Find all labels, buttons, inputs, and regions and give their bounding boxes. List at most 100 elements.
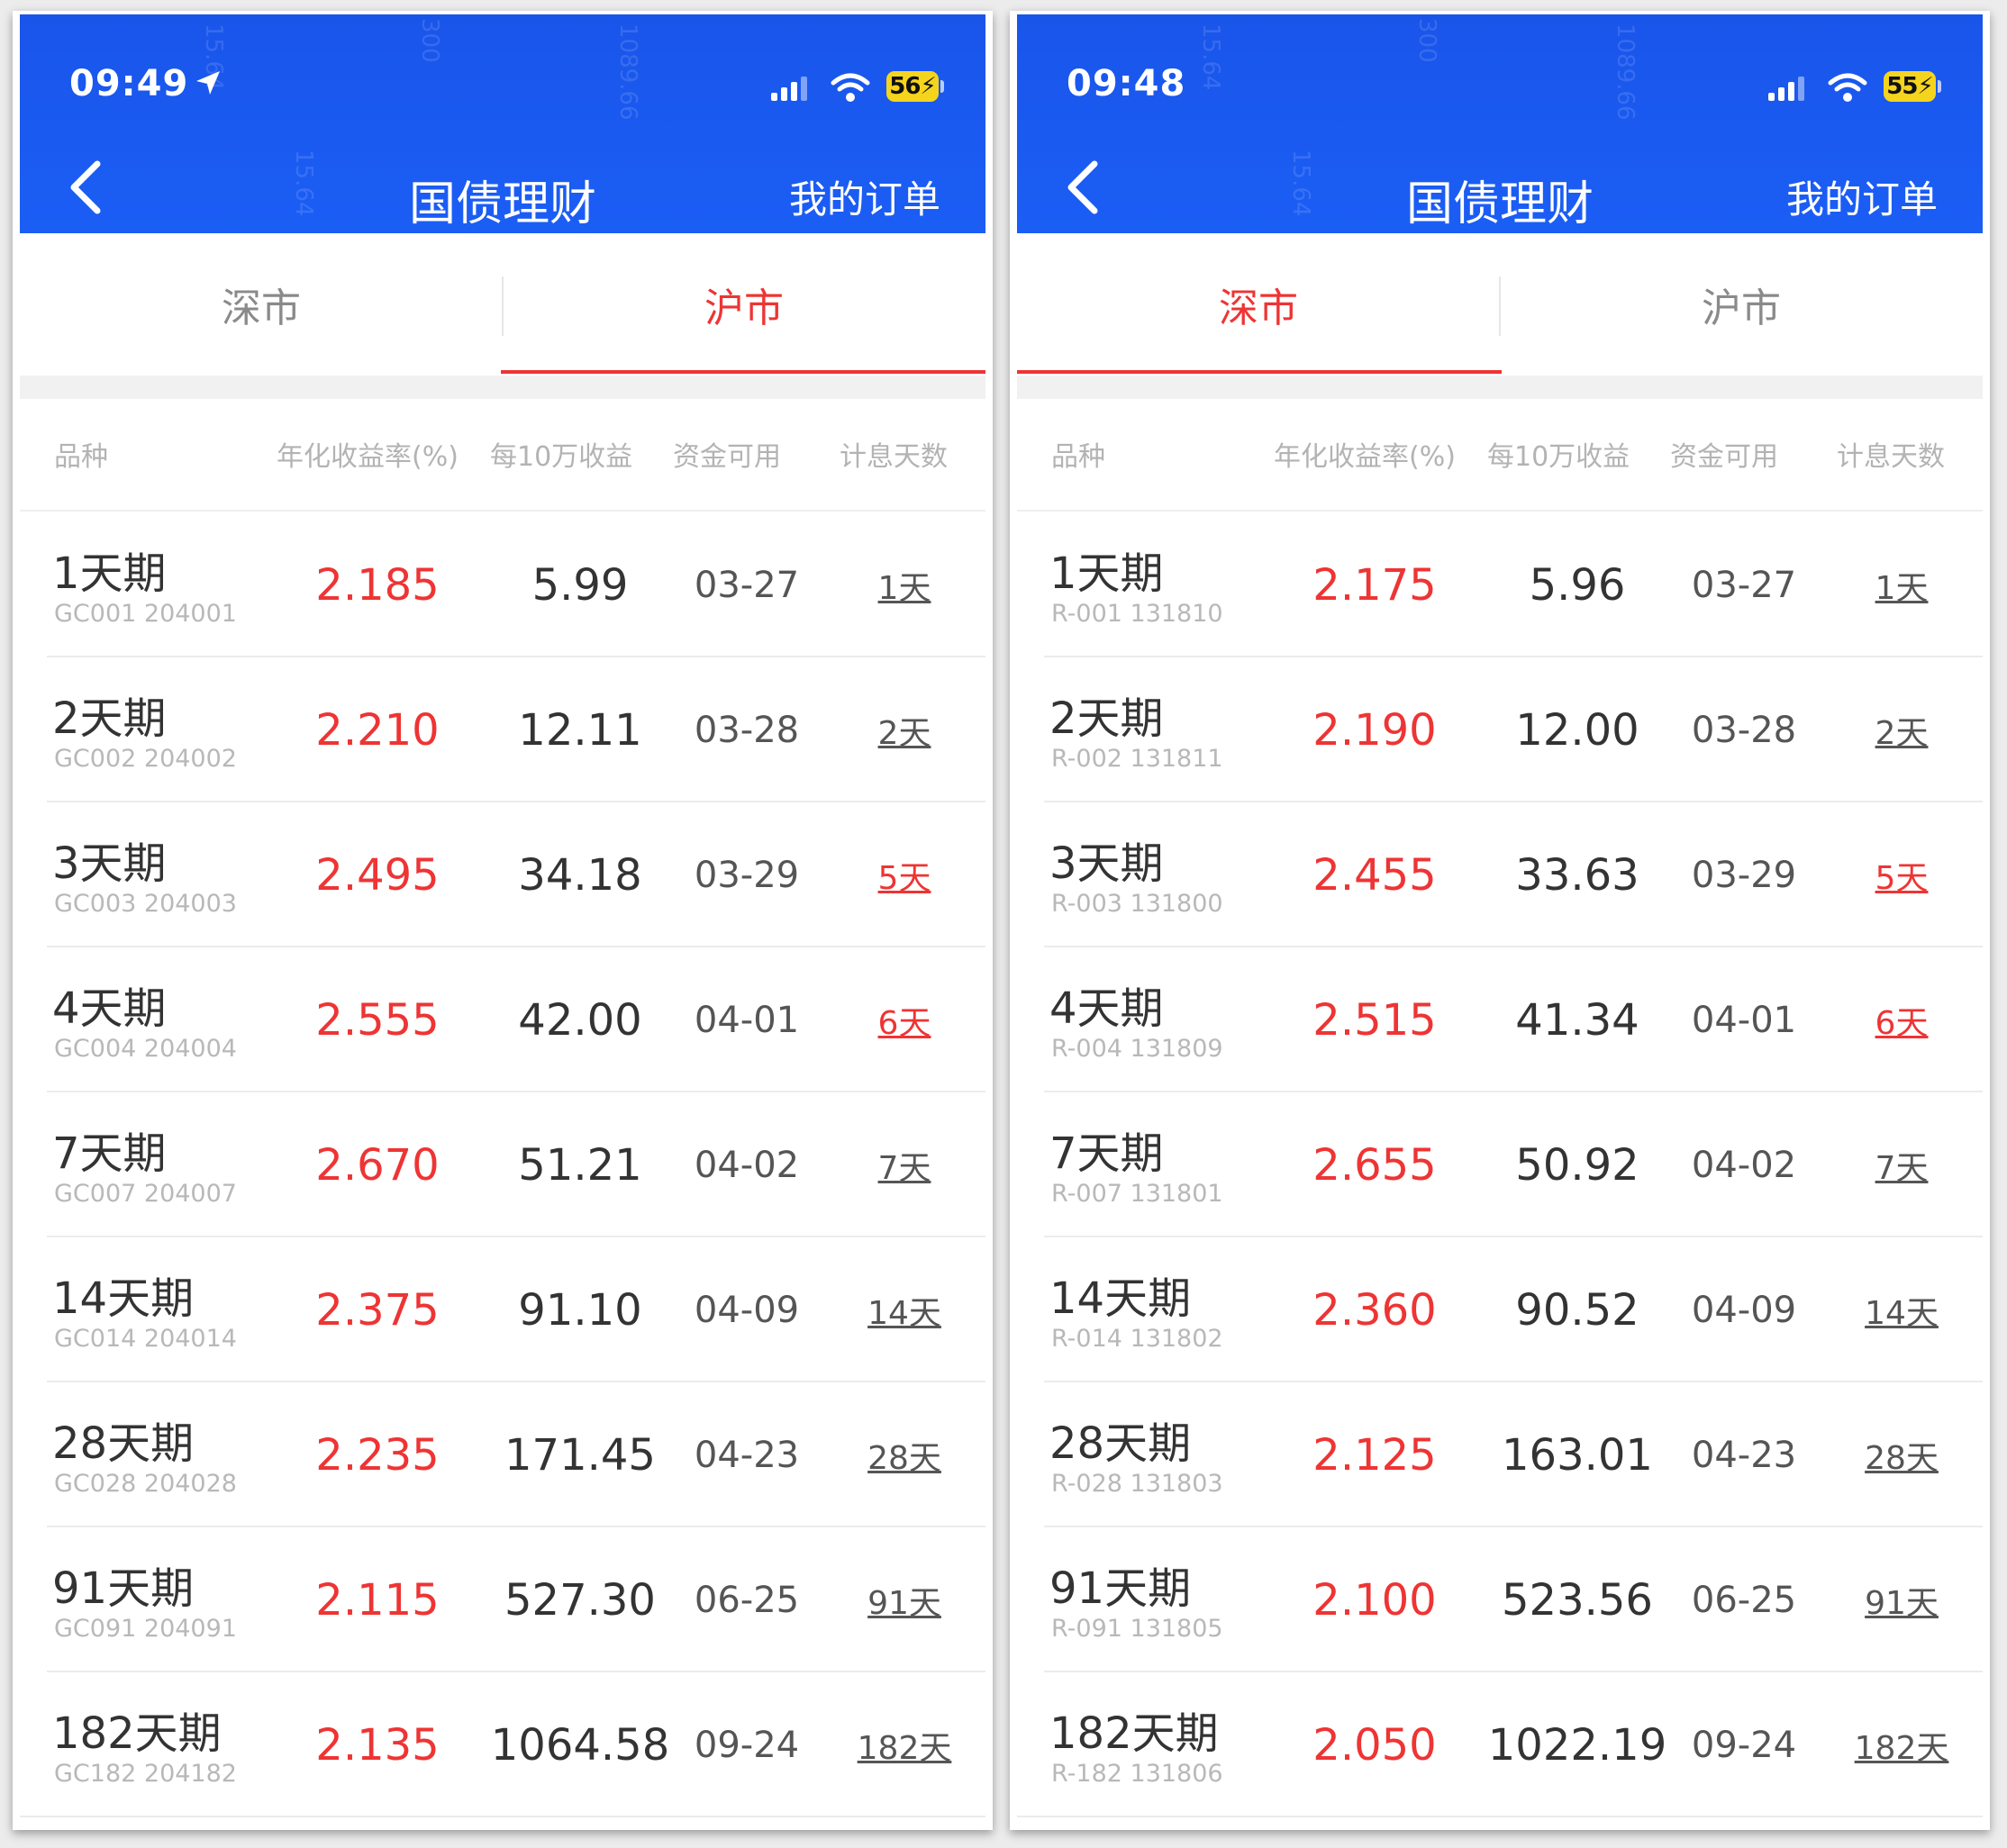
product-row[interactable]: 1天期 R-001 131810 2.175 5.96 03-27 1天	[1010, 512, 1990, 657]
annual-rate: 2.375	[315, 1284, 440, 1336]
product-row[interactable]: 91天期 GC091 204091 2.115 527.30 06-25 91天	[13, 1527, 993, 1672]
col-header-gain: 每10万收益	[490, 441, 633, 473]
my-orders-link[interactable]: 我的订单	[789, 169, 940, 224]
funds-available-date: 09-24	[694, 1724, 800, 1766]
cellular-signal-icon	[1768, 77, 1804, 101]
divider	[1017, 510, 1983, 512]
annual-rate: 2.100	[1312, 1574, 1437, 1626]
product-name: 4天期	[1049, 983, 1164, 1034]
annual-rate: 2.360	[1312, 1284, 1437, 1336]
product-row[interactable]: 3天期 R-003 131800 2.455 33.63 03-29 5天	[1010, 802, 1990, 947]
product-name: 91天期	[52, 1563, 195, 1614]
interest-days-link[interactable]: 2天	[1812, 657, 1990, 802]
product-row[interactable]: 7天期 GC007 204007 2.670 51.21 04-02 7天	[13, 1092, 993, 1237]
interest-days-link[interactable]: 6天	[1812, 947, 1990, 1092]
market-tabs: 深市 沪市	[20, 233, 985, 376]
product-row[interactable]: 28天期 R-028 131803 2.125 163.01 04-23 28天	[1010, 1382, 1990, 1527]
interest-days-link[interactable]: 91天	[814, 1527, 993, 1672]
product-row[interactable]: 2天期 GC002 204002 2.210 12.11 03-28 2天	[13, 657, 993, 802]
interest-days-link[interactable]: 2天	[814, 657, 993, 802]
product-row[interactable]: 4天期 GC004 204004 2.555 42.00 04-01 6天	[13, 947, 993, 1092]
status-time: 09:48	[1067, 63, 1186, 104]
battery-indicator: 55 ⚡	[1884, 71, 1936, 102]
interest-days-link[interactable]: 1天	[1812, 512, 1990, 657]
interest-days-link[interactable]: 182天	[814, 1672, 993, 1817]
interest-days-link[interactable]: 5天	[1812, 802, 1990, 947]
divider	[20, 510, 985, 512]
annual-rate: 2.175	[1312, 559, 1437, 611]
interest-days-link[interactable]: 91天	[1812, 1527, 1990, 1672]
funds-available-date: 09-24	[1691, 1724, 1797, 1766]
product-code: R-002 131811	[1051, 745, 1223, 773]
col-header-available: 资金可用	[673, 441, 781, 473]
active-tab-indicator	[1017, 370, 1502, 374]
annual-rate: 2.115	[315, 1574, 440, 1626]
interest-days-link[interactable]: 28天	[1812, 1382, 1990, 1527]
interest-days-link[interactable]: 182天	[1812, 1672, 1990, 1817]
col-header-gain: 每10万收益	[1487, 441, 1630, 473]
funds-available-date: 06-25	[1691, 1579, 1797, 1621]
product-name: 1天期	[1049, 548, 1164, 599]
location-arrow-icon	[196, 71, 220, 95]
interest-days-link[interactable]: 14天	[1812, 1237, 1990, 1382]
funds-available-date: 04-23	[694, 1434, 800, 1476]
screenshot-right: 15.64 300 1089.66 15.64 09:48 55 ⚡ 国债理财 我…	[1010, 11, 1990, 1830]
product-code: R-004 131809	[1051, 1035, 1223, 1063]
product-code: GC003 204003	[54, 890, 237, 918]
product-name: 182天期	[52, 1708, 222, 1759]
funds-available-date: 04-01	[1691, 999, 1797, 1041]
interest-days-link[interactable]: 5天	[814, 802, 993, 947]
product-row[interactable]: 2天期 R-002 131811 2.190 12.00 03-28 2天	[1010, 657, 1990, 802]
interest-days-link[interactable]: 6天	[814, 947, 993, 1092]
product-row[interactable]: 1天期 GC001 204001 2.185 5.99 03-27 1天	[13, 512, 993, 657]
battery-indicator: 56 ⚡	[886, 71, 939, 102]
product-row[interactable]: 7天期 R-007 131801 2.655 50.92 04-02 7天	[1010, 1092, 1990, 1237]
product-row[interactable]: 14天期 R-014 131802 2.360 90.52 04-09 14天	[1010, 1237, 1990, 1382]
interest-days-link[interactable]: 7天	[1812, 1092, 1990, 1237]
tab-shenzhen[interactable]: 深市	[20, 233, 503, 376]
battery-cap	[940, 80, 944, 93]
funds-available-date: 04-09	[694, 1289, 800, 1331]
product-name: 28天期	[1049, 1418, 1192, 1469]
product-row[interactable]: 14天期 GC014 204014 2.375 91.10 04-09 14天	[13, 1237, 993, 1382]
tab-shenzhen[interactable]: 深市	[1017, 233, 1500, 376]
interest-days-link[interactable]: 7天	[814, 1092, 993, 1237]
product-row[interactable]: 91天期 R-091 131805 2.100 523.56 06-25 91天	[1010, 1527, 1990, 1672]
nav-header: 15.64 300 1089.66 15.64 09:49 56 ⚡ 国债理财 我…	[20, 14, 985, 233]
tab-shanghai[interactable]: 沪市	[1500, 233, 1983, 376]
product-name: 2天期	[52, 693, 167, 744]
market-tabs: 深市 沪市	[1017, 233, 1983, 376]
funds-available-date: 03-27	[694, 564, 800, 606]
cellular-signal-icon	[771, 77, 807, 101]
interest-days-link[interactable]: 28天	[814, 1382, 993, 1527]
product-code: R-001 131810	[1051, 600, 1223, 628]
row-divider	[1017, 1816, 1983, 1817]
product-code: GC001 204001	[54, 600, 237, 628]
product-code: R-003 131800	[1051, 890, 1223, 918]
product-row[interactable]: 182天期 R-182 131806 2.050 1022.19 09-24 1…	[1010, 1672, 1990, 1817]
annual-rate: 2.050	[1312, 1719, 1437, 1771]
tab-shanghai[interactable]: 沪市	[503, 233, 985, 376]
interest-days-link[interactable]: 1天	[814, 512, 993, 657]
row-divider	[20, 1816, 985, 1817]
section-gap	[1017, 376, 1983, 399]
annual-rate: 2.135	[315, 1719, 440, 1771]
funds-available-date: 04-09	[1691, 1289, 1797, 1331]
funds-available-date: 03-29	[1691, 854, 1797, 896]
product-code: R-091 131805	[1051, 1615, 1223, 1643]
product-row[interactable]: 3天期 GC003 204003 2.495 34.18 03-29 5天	[13, 802, 993, 947]
product-row[interactable]: 28天期 GC028 204028 2.235 171.45 04-23 28天	[13, 1382, 993, 1527]
product-row[interactable]: 4天期 R-004 131809 2.515 41.34 04-01 6天	[1010, 947, 1990, 1092]
col-header-product: 品种	[1051, 441, 1105, 473]
interest-days-link[interactable]: 14天	[814, 1237, 993, 1382]
my-orders-link[interactable]: 我的订单	[1786, 169, 1938, 224]
product-name: 3天期	[1049, 838, 1164, 889]
charging-bolt-icon: ⚡	[920, 73, 936, 100]
col-header-available: 资金可用	[1670, 441, 1778, 473]
battery-cap	[1938, 80, 1941, 93]
product-row[interactable]: 182天期 GC182 204182 2.135 1064.58 09-24 1…	[13, 1672, 993, 1817]
product-code: GC182 204182	[54, 1760, 237, 1788]
product-code: R-182 131806	[1051, 1760, 1223, 1788]
product-code: GC091 204091	[54, 1615, 237, 1643]
product-name: 182天期	[1049, 1708, 1219, 1759]
